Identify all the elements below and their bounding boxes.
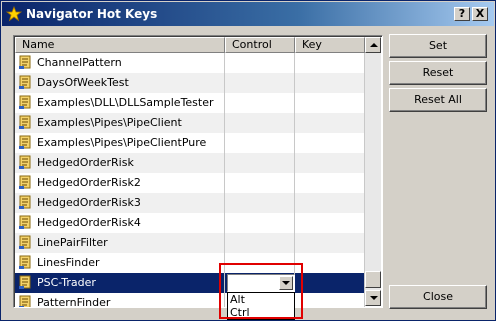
table-row[interactable]: Examples\Pipes\PipeClient [15, 113, 365, 133]
row-control[interactable] [225, 133, 295, 153]
close-button[interactable]: Close [389, 285, 487, 309]
row-key[interactable] [295, 53, 365, 73]
row-name: LinePairFilter [15, 233, 225, 253]
scroll-thumb[interactable] [365, 271, 381, 288]
row-key[interactable] [295, 213, 365, 233]
reset-button[interactable]: Reset [389, 61, 487, 85]
table-row[interactable]: ChannelPattern [15, 53, 365, 73]
arrow-up-icon [370, 43, 378, 47]
row-name: PSC-Trader [15, 273, 225, 293]
table-row[interactable]: Examples\DLL\DLLSampleTester [15, 93, 365, 113]
row-name: HedgedOrderRisk [15, 153, 225, 173]
row-control[interactable] [225, 233, 295, 253]
window-title: Navigator Hot Keys [26, 7, 158, 21]
table-row[interactable]: HedgedOrderRisk4 [15, 213, 365, 233]
highlight-annotation-box [219, 263, 303, 319]
row-name: Examples\DLL\DLLSampleTester [15, 93, 225, 113]
table-row[interactable]: Examples\Pipes\PipeClientPure [15, 133, 365, 153]
row-key[interactable] [295, 253, 365, 273]
reset-all-button[interactable]: Reset All [389, 88, 487, 112]
row-key[interactable] [295, 193, 365, 213]
hotkeys-list[interactable]: Name Control Key ChannelPattern DaysOfWee… [13, 35, 383, 308]
arrow-down-icon [370, 296, 378, 300]
row-control[interactable] [225, 73, 295, 93]
row-key[interactable] [295, 293, 365, 307]
row-name: HedgedOrderRisk3 [15, 193, 225, 213]
row-name: Examples\Pipes\PipeClient [15, 113, 225, 133]
table-row[interactable]: HedgedOrderRisk [15, 153, 365, 173]
list-header: Name Control Key [15, 37, 365, 53]
row-name: HedgedOrderRisk2 [15, 173, 225, 193]
table-row[interactable]: HedgedOrderRisk3 [15, 193, 365, 213]
help-button[interactable]: ? [454, 7, 470, 21]
row-name: PatternFinder [15, 293, 225, 307]
row-name: HedgedOrderRisk4 [15, 213, 225, 233]
row-name: DaysOfWeekTest [15, 73, 225, 93]
table-row[interactable]: PatternFinder [15, 293, 365, 307]
row-control[interactable] [225, 153, 295, 173]
vertical-scrollbar[interactable] [365, 37, 381, 306]
close-window-button[interactable]: X [472, 7, 488, 21]
table-row[interactable]: HedgedOrderRisk2 [15, 173, 365, 193]
table-row[interactable]: PSC-Trader [15, 273, 365, 293]
star-icon [6, 6, 22, 22]
row-control[interactable] [225, 173, 295, 193]
row-name: Examples\Pipes\PipeClientPure [15, 133, 225, 153]
row-key[interactable] [295, 273, 365, 293]
table-row[interactable]: DaysOfWeekTest [15, 73, 365, 93]
table-row[interactable]: LinePairFilter [15, 233, 365, 253]
scroll-down-button[interactable] [365, 290, 381, 306]
row-key[interactable] [295, 173, 365, 193]
column-header-name[interactable]: Name [15, 37, 225, 53]
set-button[interactable]: Set [389, 34, 487, 58]
list-rows: ChannelPattern DaysOfWeekTest Examples\DLL… [15, 53, 365, 307]
row-name: ChannelPattern [15, 53, 225, 73]
row-control[interactable] [225, 193, 295, 213]
row-key[interactable] [295, 233, 365, 253]
scroll-up-button[interactable] [365, 37, 381, 53]
row-key[interactable] [295, 113, 365, 133]
row-key[interactable] [295, 73, 365, 93]
navigator-hot-keys-dialog: Navigator Hot Keys ? X Name Control Key … [0, 0, 496, 321]
row-control[interactable] [225, 53, 295, 73]
title-bar[interactable]: Navigator Hot Keys ? X [2, 2, 494, 26]
row-control[interactable] [225, 113, 295, 133]
column-header-control[interactable]: Control [225, 37, 295, 53]
table-row[interactable]: LinesFinder [15, 253, 365, 273]
column-header-key[interactable]: Key [295, 37, 365, 53]
row-key[interactable] [295, 133, 365, 153]
row-name: LinesFinder [15, 253, 225, 273]
row-key[interactable] [295, 153, 365, 173]
row-control[interactable] [225, 93, 295, 113]
row-key[interactable] [295, 93, 365, 113]
row-control[interactable] [225, 213, 295, 233]
